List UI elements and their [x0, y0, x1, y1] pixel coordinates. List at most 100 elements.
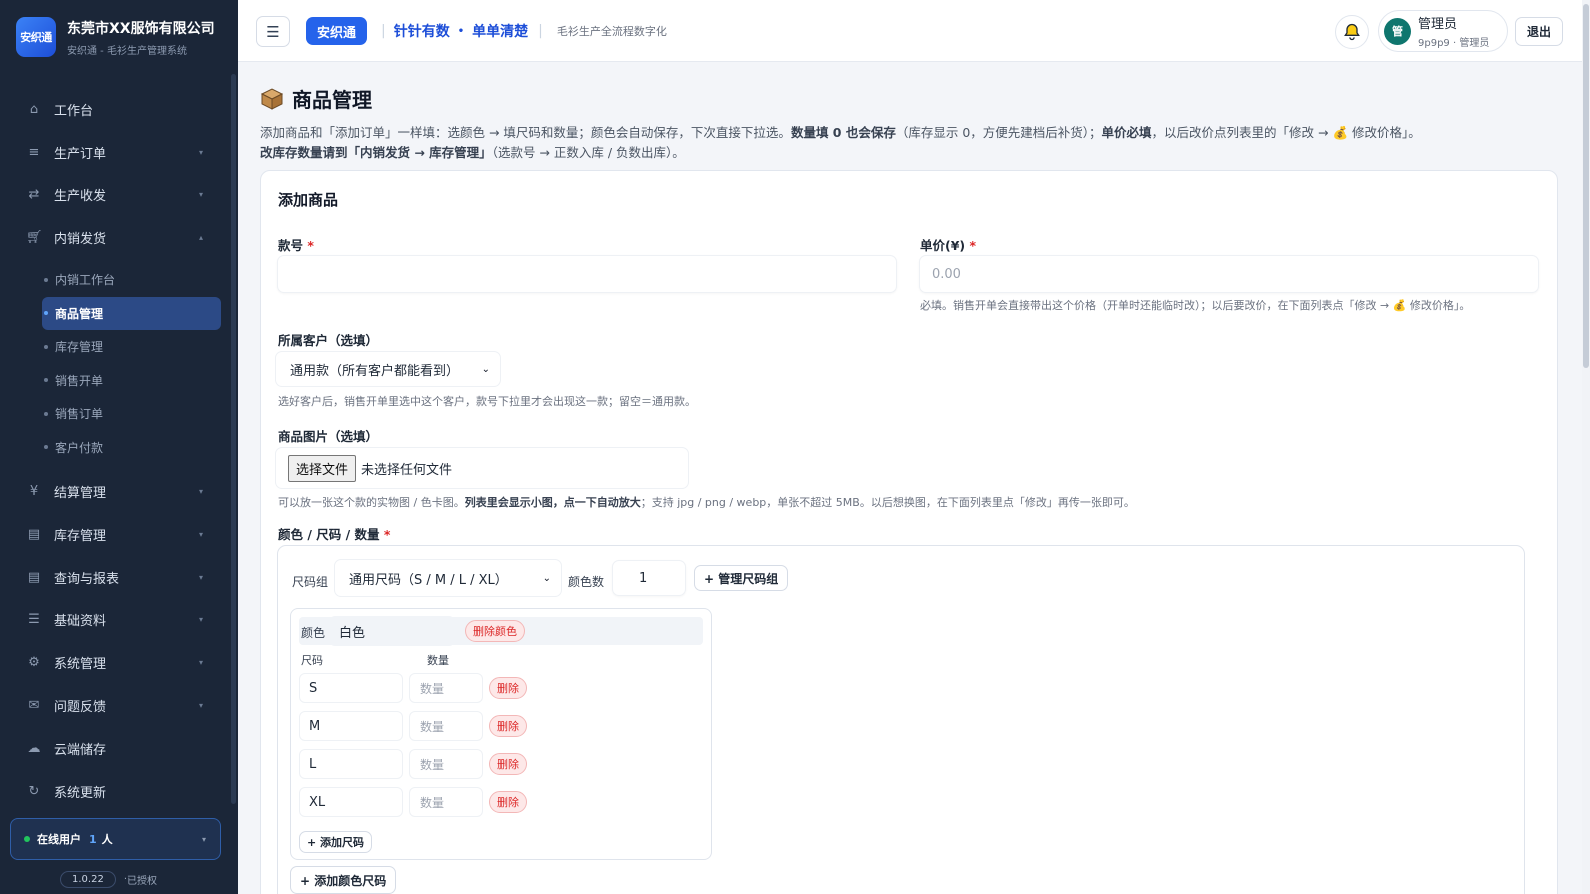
style-no-input[interactable]: [277, 255, 897, 293]
sidebar-item-domestic-shipping[interactable]: 🛒︎ 内销发货 ▴: [0, 216, 231, 259]
sidebar-scrollbar[interactable]: [231, 74, 236, 804]
box-list-icon: ▤: [27, 526, 41, 542]
report-icon: ▤: [27, 569, 41, 585]
sidebar-item-workbench[interactable]: ⌂ 工作台: [0, 88, 231, 131]
page-intro: 添加商品和「添加订单」一样填：选颜色 → 填尺码和数量；颜色会自动保存，下次直接…: [260, 125, 1421, 160]
sidebar-item-cloud-storage[interactable]: ☁ 云端储存: [0, 727, 231, 770]
sidebar-item-label: 查询与报表: [54, 571, 120, 587]
price-input[interactable]: 0.00: [919, 255, 1539, 293]
page-scrollbar[interactable]: [1582, 0, 1590, 894]
online-users[interactable]: 在线用户 1 人 ▾: [10, 818, 221, 860]
menu-toggle-button[interactable]: ☰: [256, 16, 290, 47]
size-group-label: 尺码组: [292, 575, 329, 589]
image-label: 商品图片（选填）: [278, 429, 379, 444]
manage-size-group-button[interactable]: + 管理尺码组: [694, 565, 789, 591]
sidebar-subitem-sales-orders[interactable]: 销售订单: [0, 397, 231, 431]
size-input[interactable]: M: [299, 711, 403, 741]
color-size-matrix: 尺码组 通用尺码（S / M / L / XL） ⌄ 颜色数 1 + 管理尺码组…: [277, 545, 1525, 894]
sidebar-subitem-sales-billing[interactable]: 销售开单: [0, 364, 231, 398]
chevron-down-icon: ▾: [198, 529, 203, 539]
color-header: 颜色 白色 删除颜色: [299, 616, 703, 646]
qty-input[interactable]: 数量: [409, 787, 483, 817]
price-label: 单价(¥) *: [920, 238, 977, 253]
yen-icon: ¥: [29, 484, 39, 500]
choose-file-button[interactable]: 选择文件: [288, 454, 357, 482]
matrix-label: 颜色 / 尺码 / 数量 *: [278, 527, 391, 542]
company-name: 东莞市XX服饰有限公司: [67, 20, 215, 37]
avatar: 管: [1384, 17, 1411, 45]
chevron-up-icon: ▴: [198, 233, 203, 243]
version-badge: 1.0.22: [60, 871, 116, 888]
size-input[interactable]: S: [299, 673, 403, 703]
package-icon: [260, 87, 284, 110]
customer-hint: 选好客户后，销售开单里选中这个客户，款号下拉里才会出现这一款；留空＝通用款。: [278, 395, 696, 408]
cloud-icon: ☁: [27, 740, 41, 756]
sidebar-item-label: 库存管理: [54, 528, 107, 544]
chevron-down-icon: ▾: [201, 834, 206, 844]
delete-size-button[interactable]: 删除: [489, 715, 527, 737]
list-icon: ≡: [28, 144, 40, 160]
sidebar-item-label: 问题反馈: [54, 700, 107, 716]
sidebar-subitem-domestic-workbench[interactable]: 内销工作台: [0, 263, 231, 297]
notification-button[interactable]: [1335, 15, 1369, 49]
size-group-select[interactable]: 通用尺码（S / M / L / XL） ⌄: [334, 559, 562, 597]
user-menu[interactable]: 管 管理员 9p9p9 · 管理员: [1378, 10, 1508, 52]
size-input[interactable]: XL: [299, 787, 403, 817]
page-header: 商品管理 添加商品和「添加订单」一样填：选颜色 → 填尺码和数量；颜色会自动保存…: [260, 84, 1560, 163]
color-label: 颜色: [301, 626, 326, 640]
brand-subtitle: 安织通 - 毛衫生产管理系统: [67, 45, 187, 57]
refresh-icon: ↻: [28, 783, 40, 799]
sidebar-item-system-update[interactable]: ↻ 系统更新: [0, 770, 231, 813]
sidebar-item-label: 系统管理: [54, 657, 107, 673]
bell-icon: [1344, 23, 1360, 41]
color-input[interactable]: 白色: [329, 616, 455, 646]
image-file-input[interactable]: 选择文件 未选择任何文件: [275, 447, 689, 489]
sidebar-item-production-orders[interactable]: ≡ 生产订单 ▾: [0, 131, 231, 174]
sidebar-submenu: 内销工作台 商品管理 库存管理 销售开单 销售订单 客户付款: [0, 259, 231, 470]
online-count: 1: [89, 832, 97, 846]
app-pill: 安织通: [306, 17, 368, 45]
add-product-card: 添加商品 款号 * 单价(¥) * 0.00 必填。销售开单会直接带出这个价格（…: [260, 170, 1558, 894]
topbar: ☰ 安织通 | 针针有数 • 单单清楚 | 毛衫生产全流程数字化 管 管理员 9…: [238, 0, 1582, 62]
sidebar-nav: ⌂ 工作台 ≡ 生产订单 ▾ ⇄ 生产收发 ▾ 🛒︎ 内销发货 ▴ 内销工作台 …: [0, 88, 231, 813]
page-title: 商品管理: [260, 84, 1560, 113]
qty-input[interactable]: 数量: [409, 711, 483, 741]
chevron-down-icon: ▾: [198, 658, 203, 668]
color-count-input[interactable]: 1: [612, 560, 686, 596]
user-role: 9p9p9 · 管理员: [1418, 38, 1490, 49]
qty-input[interactable]: 数量: [409, 749, 483, 779]
delete-color-button[interactable]: 删除颜色: [465, 620, 525, 642]
size-input[interactable]: L: [299, 749, 403, 779]
gear-icon: ⚙: [28, 655, 40, 671]
menu-icon: ☰: [28, 612, 40, 628]
chevron-down-icon: ⌄: [481, 363, 490, 375]
sidebar-subitem-product-management[interactable]: 商品管理: [42, 296, 221, 331]
sidebar-item-production-transfer[interactable]: ⇄ 生产收发 ▾: [0, 174, 231, 217]
sidebar-item-label: 生产收发: [54, 189, 107, 205]
qty-column-header: 数量: [427, 654, 449, 667]
image-hint: 可以放一张这个款的实物图 / 色卡图。列表里会显示小图，点一下自动放大；支持 j…: [278, 496, 1135, 509]
file-status: 未选择任何文件: [361, 462, 453, 478]
sidebar-subitem-customer-payment[interactable]: 客户付款: [0, 431, 231, 465]
delete-size-button[interactable]: 删除: [489, 677, 527, 699]
chevron-down-icon: ▾: [198, 615, 203, 625]
add-size-button[interactable]: + 添加尺码: [299, 831, 373, 853]
add-color-size-button[interactable]: + 添加颜色尺码: [290, 866, 397, 894]
sidebar-item-system[interactable]: ⚙ 系统管理 ▾: [0, 641, 231, 684]
sidebar-item-settlement[interactable]: ¥ 结算管理 ▾: [0, 470, 231, 513]
sidebar-item-reports[interactable]: ▤ 查询与报表 ▾: [0, 556, 231, 599]
sidebar-subitem-inventory[interactable]: 库存管理: [0, 330, 231, 364]
card-title: 添加商品: [278, 191, 339, 209]
delete-size-button[interactable]: 删除: [489, 791, 527, 813]
customer-select[interactable]: 通用款（所有客户都能看到） ⌄: [275, 351, 501, 387]
sidebar-item-label: 工作台: [54, 103, 94, 119]
sidebar-item-inventory[interactable]: ▤ 库存管理 ▾: [0, 513, 231, 556]
sidebar-item-feedback[interactable]: ✉ 问题反馈 ▾: [0, 684, 231, 727]
brand[interactable]: 安织通 东莞市XX服饰有限公司 安织通 - 毛衫生产管理系统: [16, 17, 215, 57]
logout-button[interactable]: 退出: [1515, 17, 1563, 46]
sidebar-item-base-data[interactable]: ☰ 基础资料 ▾: [0, 599, 231, 642]
swap-icon: ⇄: [28, 187, 40, 203]
qty-input[interactable]: 数量: [409, 673, 483, 703]
chevron-down-icon: ▾: [198, 701, 203, 711]
delete-size-button[interactable]: 删除: [489, 753, 527, 775]
